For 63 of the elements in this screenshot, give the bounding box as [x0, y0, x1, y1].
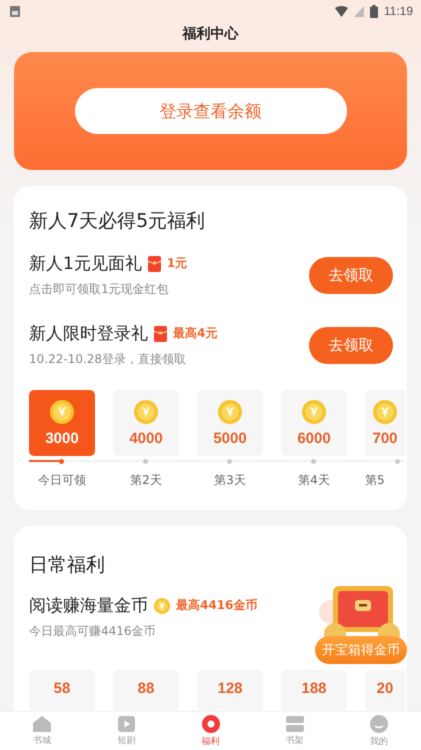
- coin-amount: 20: [376, 680, 394, 699]
- task-title: 阅读赚海量金币: [29, 595, 148, 617]
- day-label: 第2天: [130, 472, 162, 489]
- battery-icon: [370, 4, 378, 18]
- play-icon: [118, 716, 135, 732]
- coin-icon: [373, 400, 397, 424]
- coin-icon: [218, 400, 242, 424]
- day-reward-card[interactable]: 5000: [197, 390, 263, 456]
- offer-title: 新人限时登录礼: [29, 323, 148, 345]
- day-reward-card[interactable]: 4000: [113, 390, 179, 456]
- reading-reward-card[interactable]: 188: [281, 670, 347, 710]
- task-subtitle: 今日最高可赚4416金币: [29, 623, 157, 640]
- coin-amount: 700: [372, 430, 398, 446]
- page-title: 福利中心: [181, 24, 240, 44]
- login-button[interactable]: 登录查看余额: [74, 88, 346, 134]
- reward-tag: 最高4416金币: [176, 597, 258, 614]
- bookshelf-icon: [286, 716, 304, 732]
- home-icon: [33, 716, 52, 732]
- day-reward-card[interactable]: 3000: [29, 390, 95, 456]
- nav-tab[interactable]: 书城: [0, 712, 84, 750]
- coin-icon: [154, 598, 170, 614]
- wifi-icon: [334, 6, 348, 16]
- day-reward-card[interactable]: 700: [365, 390, 405, 456]
- reward-tag: 1元: [166, 255, 188, 272]
- no-signal-icon: [354, 6, 364, 16]
- reward-tag: 最高4元: [173, 325, 218, 342]
- coin-icon: [302, 400, 326, 424]
- open-chest-button[interactable]: 开宝箱得金币: [315, 636, 407, 664]
- coin-amount: 58: [54, 680, 70, 699]
- day-label: 第5: [365, 472, 385, 489]
- coin-icon: [50, 400, 74, 424]
- offer-title: 新人1元见面礼: [29, 253, 142, 275]
- notification-icon: [10, 6, 20, 16]
- day-reward-card[interactable]: 6000: [281, 390, 347, 456]
- nav-tab[interactable]: 我的: [336, 712, 421, 750]
- claim-button[interactable]: 去领取: [309, 326, 393, 364]
- coin-amount: 3000: [45, 430, 79, 446]
- coin-icon: [134, 400, 158, 424]
- user-icon: [370, 714, 388, 732]
- section-title: 新人7天必得5元福利: [29, 209, 206, 234]
- coin-amount: 128: [217, 680, 243, 699]
- day-label: 第3天: [214, 472, 246, 489]
- coin-amount: 88: [138, 680, 154, 699]
- reading-reward-card[interactable]: 128: [197, 670, 263, 710]
- reading-reward-card[interactable]: 58: [29, 670, 95, 710]
- coin-amount: 5000: [213, 430, 247, 446]
- offer-subtitle: 10.22-10.28登录，直接领取: [29, 351, 188, 368]
- coin-amount: 4000: [129, 430, 163, 446]
- reading-reward-card[interactable]: 88: [113, 670, 179, 710]
- section-title: 日常福利: [29, 553, 106, 578]
- nav-tab[interactable]: 福利: [168, 712, 253, 750]
- day-label: 第4天: [298, 472, 330, 489]
- claim-button[interactable]: 去领取: [309, 256, 393, 294]
- offer-subtitle: 点击即可领取1元现金红包: [29, 281, 170, 298]
- nav-tab[interactable]: 短剧: [84, 712, 168, 750]
- nav-tab[interactable]: 书架: [252, 712, 337, 750]
- status-time: 11:19: [384, 4, 413, 18]
- envelope-icon: [154, 326, 167, 342]
- coin-amount: 6000: [297, 430, 331, 446]
- day-label: 今日可领: [38, 472, 86, 489]
- coin-amount: 188: [301, 680, 327, 699]
- envelope-icon: [148, 256, 161, 272]
- reading-reward-card[interactable]: 20: [365, 670, 405, 710]
